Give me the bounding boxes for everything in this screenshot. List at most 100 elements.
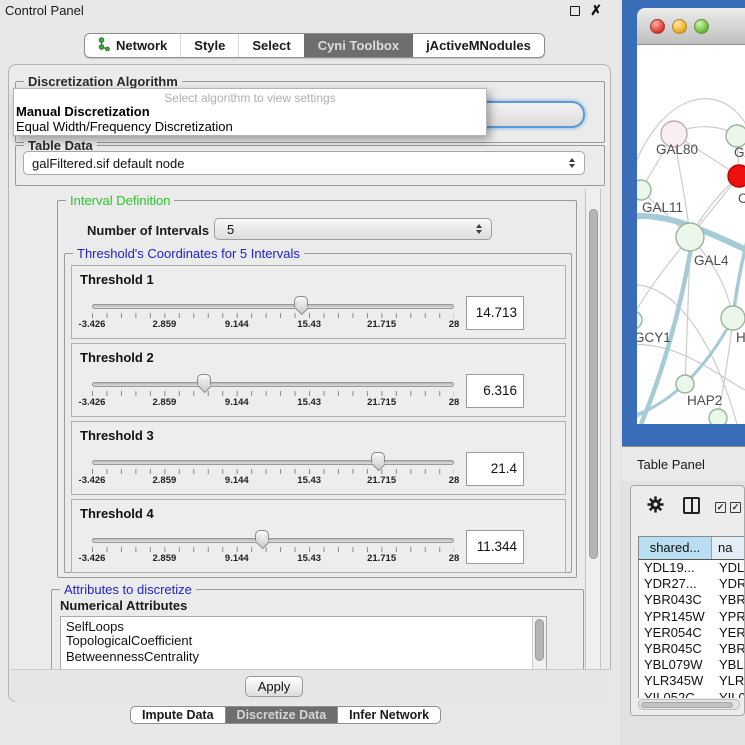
apply-button[interactable]: Apply [245,676,303,697]
cell[interactable]: YLR3 [712,673,745,689]
tab-cyni-toolbox[interactable]: Cyni Toolbox [304,34,412,57]
cell[interactable]: YLR345W [639,673,712,689]
select-none-checkbox-icon[interactable]: ✓ [730,502,741,513]
slider-thumb[interactable] [371,452,385,463]
tick-label: -3.426 [79,319,106,330]
close-traffic-light-icon[interactable] [650,19,665,34]
scrollbar-thumb[interactable] [589,209,598,559]
slider-thumb[interactable] [197,374,211,385]
tick-label: 28 [449,475,460,486]
table-row[interactable]: YBL079WYBL0 [639,657,745,673]
slider-track[interactable] [92,382,454,387]
table-row[interactable]: YDL19...YDL1 [639,560,745,576]
cell[interactable]: YBR045C [639,641,712,657]
cell[interactable]: YBR0 [712,641,745,657]
node-gal4[interactable] [676,223,704,251]
cell[interactable]: YPR145W [639,609,712,625]
node-ga[interactable] [726,125,745,147]
cell[interactable]: YBR0 [712,592,745,608]
node-red-selected[interactable] [728,165,745,187]
network-canvas[interactable]: GAL80 GA C GAL11 GAL4 GCY1 H HAP2 [637,45,745,424]
node-hap2[interactable] [676,375,694,393]
zoom-traffic-light-icon[interactable] [694,19,709,34]
cell[interactable]: YPR1 [712,609,745,625]
table-row[interactable]: YBR043CYBR0 [639,592,745,608]
column-header-shared-name[interactable]: shared... [639,537,712,559]
numerical-attributes-list[interactable]: SelfLoops TopologicalCoefficient Between… [60,616,547,669]
threshold-slider[interactable]: -3.426 2.859 9.144 15.43 21.715 28 [92,344,454,418]
minimize-traffic-light-icon[interactable] [672,19,687,34]
tick-label: 28 [449,553,460,564]
cell[interactable]: YER054C [639,625,712,641]
table-panel-title: Table Panel [637,457,705,472]
table-row[interactable]: YDR27...YDR2 [639,576,745,592]
table-data-combobox[interactable]: galFiltered.sif default node [23,151,585,175]
cell[interactable]: YDR27... [639,576,712,592]
cell[interactable]: YBL079W [639,657,712,673]
tick-label: 2.859 [153,475,177,486]
threshold-slider[interactable]: -3.426 2.859 9.144 15.43 21.715 28 [92,266,454,340]
cell[interactable]: YDR2 [712,576,745,592]
number-of-intervals-spinner[interactable]: 5 [214,218,492,240]
settings-vertical-scrollbar[interactable] [585,189,601,669]
close-icon[interactable]: ✗ [590,2,602,19]
cell[interactable]: YBR043C [639,592,712,608]
cell[interactable]: YDL19... [639,560,712,576]
table-row[interactable]: YLR345WYLR3 [639,673,745,689]
slider-tick-labels: -3.426 2.859 9.144 15.43 21.715 28 [92,475,454,487]
slider-track[interactable] [92,304,454,309]
table-horizontal-scrollbar[interactable] [638,699,740,710]
tab-discretize-data[interactable]: Discretize Data [225,707,338,723]
tab-impute-data[interactable]: Impute Data [131,707,225,723]
slider-thumb[interactable] [255,530,269,541]
cell[interactable]: YER0 [712,625,745,641]
list-item[interactable]: SelfLoops [61,617,546,633]
table-row[interactable]: YIL052CYIL0 [639,690,745,699]
float-window-icon[interactable] [570,6,580,16]
tab-style[interactable]: Style [180,34,238,57]
threshold-slider[interactable]: -3.426 2.859 9.144 15.43 21.715 28 [92,422,454,496]
table-row[interactable]: YBR045CYBR0 [639,641,745,657]
node-label: GCY1 [637,330,671,345]
dropdown-item-manual[interactable]: Manual Discretization [14,104,486,119]
node-gal11[interactable] [637,180,651,200]
scrollbar-thumb[interactable] [641,702,733,708]
list-item[interactable]: TopologicalCoefficient [61,633,546,649]
dropdown-item-equal-width[interactable]: Equal Width/Frequency Discretization [14,119,486,134]
table-panel-titlebar: Table Panel [622,446,745,481]
node-bottom[interactable] [709,409,727,424]
cell[interactable]: YBL0 [712,657,745,673]
number-of-intervals-label: Number of Intervals [87,223,209,238]
list-scrollbar[interactable] [532,617,546,669]
threshold-slider[interactable]: -3.426 2.859 9.144 15.43 21.715 28 [92,500,454,574]
tab-jactivemnodules[interactable]: jActiveMNodules [412,34,544,57]
threshold-card: Threshold 3 -3.426 2.859 9.144 15.43 21.… [71,421,566,495]
node-h[interactable] [721,306,745,330]
table-row[interactable]: YER054CYER0 [639,625,745,641]
tab-label: Style [194,38,225,53]
node-gcy1[interactable] [637,311,642,329]
cell[interactable]: YIL0 [712,690,745,699]
threshold-value-field[interactable]: 21.4 [466,452,524,486]
tab-network[interactable]: Network [85,34,180,57]
tab-infer-network[interactable]: Infer Network [337,707,440,723]
slider-ticks [92,313,454,318]
threshold-value-field[interactable]: 6.316 [466,374,524,408]
slider-track[interactable] [92,460,454,465]
number-of-intervals-value: 5 [227,222,234,237]
split-columns-icon[interactable] [683,497,700,514]
threshold-value-field[interactable]: 11.344 [466,530,524,564]
cell[interactable]: YIL052C [639,690,712,699]
select-all-checkbox-icon[interactable]: ✓ [715,502,726,513]
column-header-name[interactable]: na [712,537,745,559]
threshold-value-field[interactable]: 14.713 [466,296,524,330]
slider-track[interactable] [92,538,454,543]
table-body[interactable]: YDL19...YDL1 YDR27...YDR2 YBR043CYBR0 YP… [638,560,745,698]
gear-icon[interactable] [646,495,665,519]
tick-label: 15.43 [297,553,321,564]
cell[interactable]: YDL1 [712,560,745,576]
tab-select[interactable]: Select [238,34,303,57]
list-item[interactable]: BetweennessCentrality [61,649,546,665]
table-row[interactable]: YPR145WYPR1 [639,609,745,625]
slider-thumb[interactable] [294,296,308,307]
